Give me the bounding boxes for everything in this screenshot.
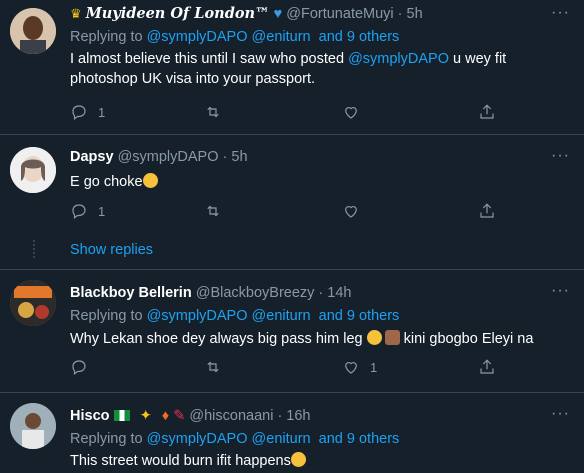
more-options-icon[interactable]: ···: [551, 282, 570, 300]
show-replies-link[interactable]: Show replies: [70, 242, 153, 258]
tweet-text-part: I almost believe this until I saw who po…: [70, 51, 349, 67]
avatar[interactable]: [10, 280, 56, 326]
display-name[interactable]: Hisco: [70, 408, 110, 424]
avatar-image: [10, 280, 56, 326]
share-button[interactable]: [478, 103, 496, 121]
mention-link[interactable]: @eniturn: [252, 29, 311, 45]
mention-link[interactable]: @eniturn: [252, 308, 311, 324]
retweet-icon: [207, 205, 219, 217]
tweet-3[interactable]: Blackboy Bellerin @BlackboyBreezy · 14h …: [0, 270, 584, 392]
tweet-text-part: E go choke: [70, 174, 143, 190]
tweet-1[interactable]: ♛ Muyideen Of London™ ♥ @FortunateMuyi ·…: [0, 0, 584, 128]
mention-link[interactable]: @eniturn: [252, 431, 311, 447]
avatar[interactable]: [10, 403, 56, 449]
display-name[interactable]: Muyideen Of London™: [86, 5, 270, 22]
laughing-tears-emoji-icon: [290, 452, 306, 467]
reply-count: 1: [98, 104, 106, 120]
share-button[interactable]: [478, 202, 496, 220]
others-link[interactable]: and 9 others: [319, 308, 400, 324]
tweet-text-part: kini gbogbo Eleyi na: [399, 331, 534, 347]
reply-button[interactable]: 1: [70, 202, 105, 220]
avatar-image: [10, 403, 56, 449]
others-link[interactable]: and 9 others: [319, 29, 400, 45]
replying-prefix: Replying to: [70, 308, 147, 324]
tweet-text-part: Why Lekan shoe dey always big pass him l…: [70, 331, 367, 347]
heart-icon: [345, 107, 357, 119]
tweet-text: I almost believe this until I saw who po…: [70, 49, 544, 89]
dizzy-emoji-icon: ✦: [139, 408, 152, 424]
handle-time[interactable]: @FortunateMuyi · 5h: [286, 6, 422, 22]
crying-face-emoji-icon: [366, 330, 382, 345]
tweet-2[interactable]: Dapsy @symplyDAPO · 5h E go choke ··· 1: [0, 135, 584, 238]
mention-link[interactable]: @symplyDAPO: [147, 29, 248, 45]
tweet-text: This street would burn ifit happens: [70, 451, 544, 471]
thread-connector: [33, 240, 35, 258]
blue-heart-icon: ♥: [273, 6, 283, 22]
like-count: 1: [370, 359, 378, 375]
reply-icon: [72, 105, 86, 120]
share-button[interactable]: [478, 358, 496, 376]
reply-count: 1: [98, 203, 106, 219]
heart-icon: [345, 362, 357, 374]
reply-icon: [72, 204, 86, 219]
retweet-icon: [207, 361, 219, 373]
replying-prefix: Replying to: [70, 431, 147, 447]
more-options-icon[interactable]: ···: [551, 405, 570, 423]
like-button[interactable]: [342, 202, 370, 220]
thinking-face-emoji-icon: [142, 173, 158, 188]
more-options-icon[interactable]: ···: [551, 4, 570, 22]
share-icon: [480, 203, 494, 218]
others-link[interactable]: and 9 others: [319, 431, 400, 447]
retweet-button[interactable]: [204, 202, 232, 220]
like-button[interactable]: 1: [342, 358, 377, 376]
retweet-button[interactable]: [204, 358, 232, 376]
avatar-image: [10, 8, 56, 54]
tweet-text-part: This street would burn ifit happens: [70, 453, 291, 469]
replying-to: Replying to @symplyDAPO @eniturn and 9 o…: [70, 27, 544, 47]
share-icon: [480, 359, 494, 374]
avatar[interactable]: [10, 147, 56, 193]
avatar-image: [10, 147, 56, 193]
handle-time[interactable]: @hisconaani · 16h: [189, 408, 310, 424]
display-name[interactable]: Dapsy: [70, 149, 114, 165]
mention-link[interactable]: @symplyDAPO: [147, 431, 248, 447]
more-options-icon[interactable]: ···: [551, 147, 570, 165]
pushpin-emoji-icon: ✎: [173, 408, 186, 424]
replying-to: Replying to @symplyDAPO @eniturn and 9 o…: [70, 306, 544, 326]
replying-prefix: Replying to: [70, 29, 147, 45]
fire-emoji-icon: ♦: [161, 408, 170, 424]
reply-button[interactable]: [70, 358, 98, 376]
heart-icon: [345, 206, 357, 218]
mention-link[interactable]: @symplyDAPO: [348, 51, 449, 67]
retweet-button[interactable]: [204, 103, 232, 121]
facepalm-emoji-icon: [384, 330, 400, 345]
tweet-4[interactable]: Hisco ✦ ♦ ✎ @hisconaani · 16h Replying t…: [0, 393, 584, 473]
reply-button[interactable]: 1: [70, 103, 105, 121]
reply-icon: [72, 360, 86, 375]
nigeria-flag-icon: [113, 410, 130, 421]
handle-time[interactable]: @symplyDAPO · 5h: [118, 149, 248, 165]
avatar[interactable]: [10, 8, 56, 54]
handle-time[interactable]: @BlackboyBreezy · 14h: [196, 285, 352, 301]
replying-to: Replying to @symplyDAPO @eniturn and 9 o…: [70, 429, 544, 449]
tweet-text: E go choke: [70, 172, 544, 192]
display-name[interactable]: Blackboy Bellerin: [70, 285, 192, 301]
retweet-icon: [207, 106, 219, 118]
share-icon: [480, 104, 494, 119]
crown-icon: ♛: [70, 6, 82, 21]
mention-link[interactable]: @symplyDAPO: [147, 308, 248, 324]
tweet-text: Why Lekan shoe dey always big pass him l…: [70, 329, 544, 349]
like-button[interactable]: [342, 103, 370, 121]
